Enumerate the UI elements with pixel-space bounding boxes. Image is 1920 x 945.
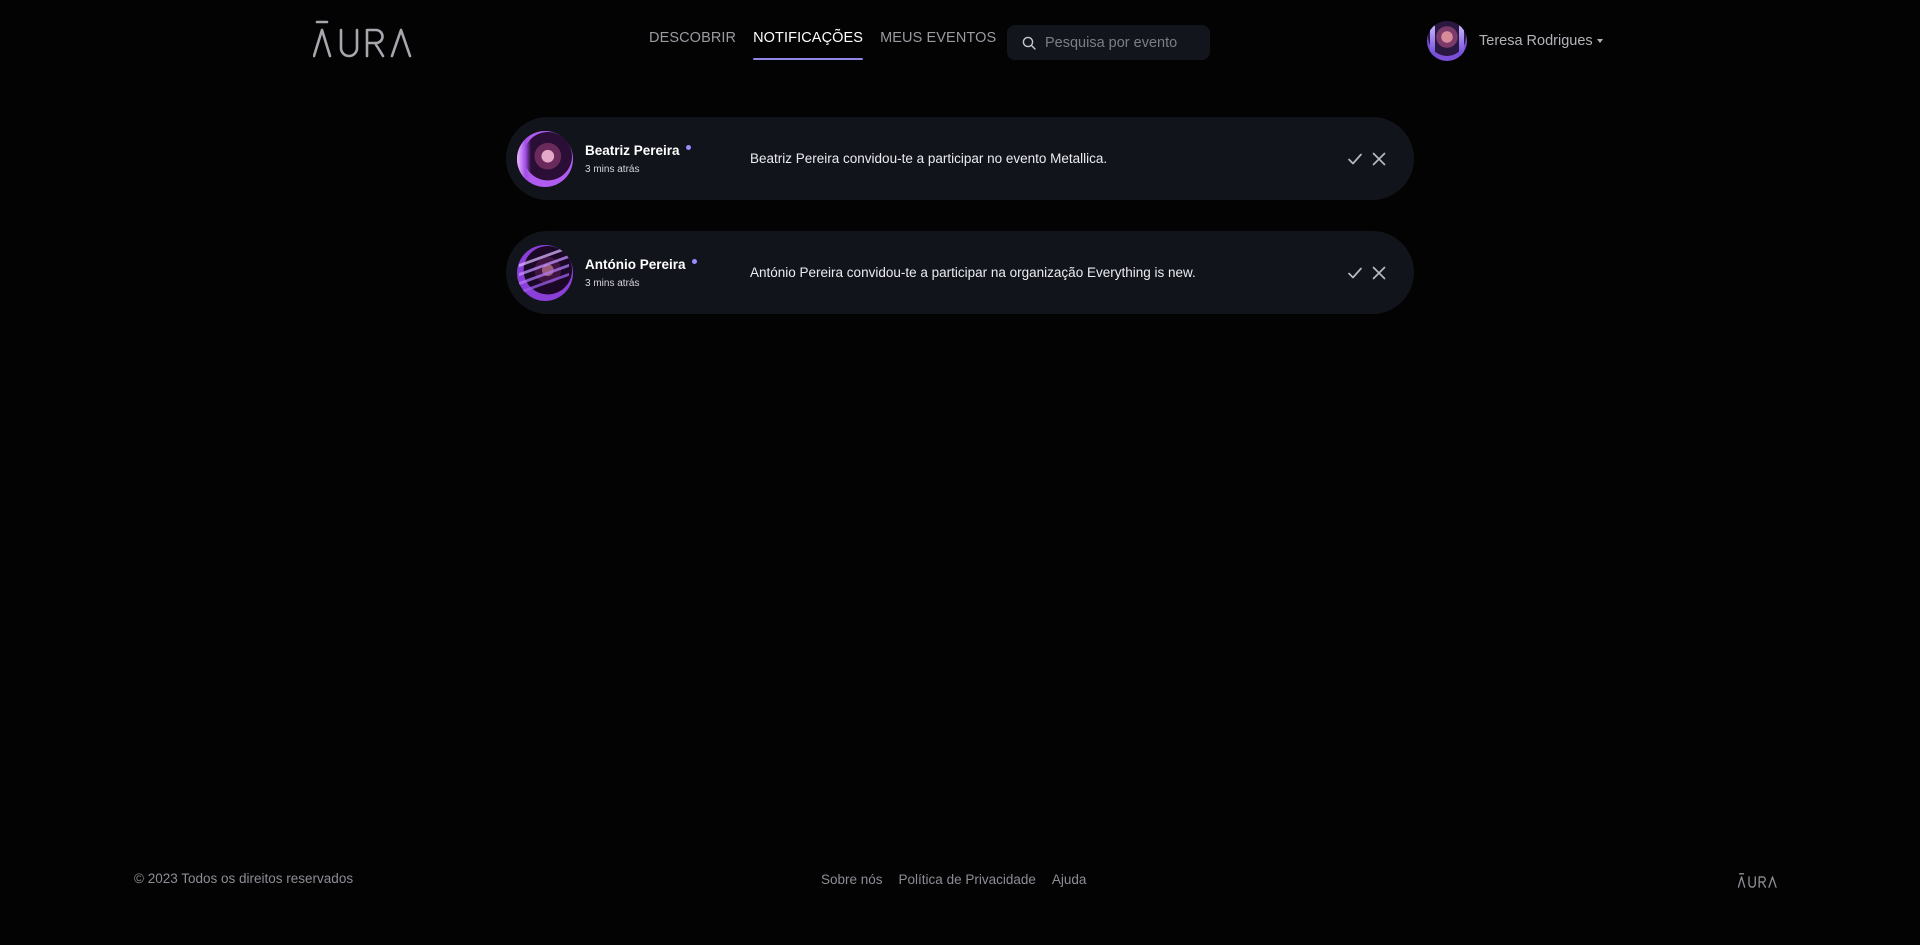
aura-logo[interactable] xyxy=(313,20,415,58)
unread-dot xyxy=(685,144,691,150)
nav-notificacoes[interactable]: NOTIFICAÇÕES xyxy=(753,30,864,60)
user-name: Teresa Rodrigues xyxy=(1479,33,1593,49)
footer-links: Sobre nós Política de Privacidade Ajuda xyxy=(821,872,1102,887)
aura-logo-mark xyxy=(313,20,412,58)
unread-dot xyxy=(691,258,697,264)
footer-logo[interactable] xyxy=(1737,873,1778,893)
sender-info: Beatriz Pereira 3 mins atrás xyxy=(585,143,750,175)
user-avatar xyxy=(1427,21,1467,61)
notification-actions xyxy=(1346,264,1388,282)
search-bar[interactable] xyxy=(1007,25,1210,60)
search-input[interactable] xyxy=(1045,34,1195,51)
notification-message: António Pereira convidou-te a participar… xyxy=(750,265,1196,280)
sender-avatar[interactable] xyxy=(517,130,573,187)
sender-name[interactable]: António Pereira xyxy=(585,257,686,272)
chevron-down-icon xyxy=(1596,39,1603,43)
notification-card: António Pereira 3 mins atrás António Per… xyxy=(506,231,1414,314)
notification-message: Beatriz Pereira convidou-te a participar… xyxy=(750,151,1108,166)
notifications-page: DESCOBRIR NOTIFICAÇÕES MEUS EVENTOS Tere… xyxy=(0,0,1920,945)
close-icon xyxy=(1372,266,1386,279)
sender-name[interactable]: Beatriz Pereira xyxy=(585,143,680,158)
close-icon xyxy=(1372,152,1386,165)
check-icon xyxy=(1348,153,1362,164)
notification-time: 3 mins atrás xyxy=(585,163,640,175)
decline-button[interactable] xyxy=(1370,150,1388,168)
nav-descobrir[interactable]: DESCOBRIR xyxy=(649,30,736,60)
notification-actions xyxy=(1346,150,1388,168)
sender-name-row: António Pereira xyxy=(585,257,750,272)
nav-meus-eventos[interactable]: MEUS EVENTOS xyxy=(880,30,996,60)
accept-button[interactable] xyxy=(1346,150,1364,168)
sender-info: António Pereira 3 mins atrás xyxy=(585,257,750,289)
sender-name-row: Beatriz Pereira xyxy=(585,143,750,158)
decline-button[interactable] xyxy=(1370,264,1388,282)
copyright-text: © 2023 Todos os direitos reservados xyxy=(134,871,354,886)
notification-card: Beatriz Pereira 3 mins atrás Beatriz Per… xyxy=(506,117,1414,200)
search-icon xyxy=(1022,36,1036,50)
sender-avatar[interactable] xyxy=(517,244,573,301)
notification-time: 3 mins atrás xyxy=(585,277,640,289)
aura-logo-mark xyxy=(1737,873,1777,888)
footer-link-sobre-nos[interactable]: Sobre nós xyxy=(821,872,883,887)
footer-link-ajuda[interactable]: Ajuda xyxy=(1052,872,1087,887)
main-nav: DESCOBRIR NOTIFICAÇÕES MEUS EVENTOS xyxy=(649,30,1013,60)
footer-link-privacidade[interactable]: Política de Privacidade xyxy=(899,872,1036,887)
accept-button[interactable] xyxy=(1346,264,1364,282)
check-icon xyxy=(1348,267,1362,278)
user-menu[interactable]: Teresa Rodrigues xyxy=(1427,21,1603,61)
